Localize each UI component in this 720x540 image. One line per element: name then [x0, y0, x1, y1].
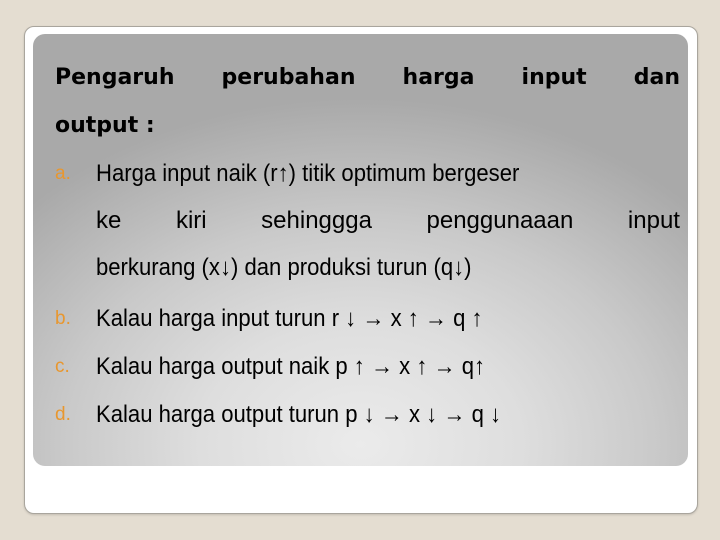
list-item-b: b. Kalau harga input turun r ↓ → x ↑ → q…	[55, 302, 680, 336]
list-item-c: c. Kalau harga output naik p ↑ → x ↑ → q…	[55, 350, 680, 384]
list-marker: a.	[55, 163, 71, 184]
list-item-text: Kalau harga output turun p ↓ → x ↓ → q ↓	[96, 401, 502, 428]
word: sehinggga	[261, 207, 372, 234]
list-item-d: d. Kalau harga output turun p ↓ → x ↓ → …	[55, 398, 680, 432]
word: kiri	[175, 207, 207, 234]
title-word: harga	[402, 65, 475, 90]
title-word: dan	[633, 65, 680, 90]
list-marker: c.	[55, 356, 70, 377]
title-word: Pengaruh	[55, 65, 175, 90]
list-item-a-line-2: ke kiri sehinggga penggunaaan input	[96, 204, 680, 238]
list-item-a: a. Harga input naik (r↑) titik optimum b…	[55, 157, 680, 287]
title-line-1: Pengaruh perubahan harga input dan	[55, 60, 680, 96]
list-marker: b.	[55, 308, 71, 329]
title-word: input	[521, 65, 587, 90]
list-item-text: Kalau harga input turun r ↓ → x ↑ → q ↑	[96, 305, 483, 332]
title-line-2: output :	[55, 113, 155, 138]
word: input	[627, 207, 680, 234]
slide-title: Pengaruh perubahan harga input dan outpu…	[55, 60, 680, 144]
list-item-text: Kalau harga output naik p ↑ → x ↑ → q↑	[96, 353, 486, 380]
list-item-a-line-1: Harga input naik (r↑) titik optimum berg…	[96, 160, 520, 187]
list-marker: d.	[55, 404, 71, 425]
word: penggunaaan	[426, 207, 574, 234]
title-word: perubahan	[221, 65, 356, 90]
word: ke	[96, 207, 122, 234]
list-item-a-line-3: berkurang (x↓) dan produksi turun (q↓)	[96, 254, 472, 281]
